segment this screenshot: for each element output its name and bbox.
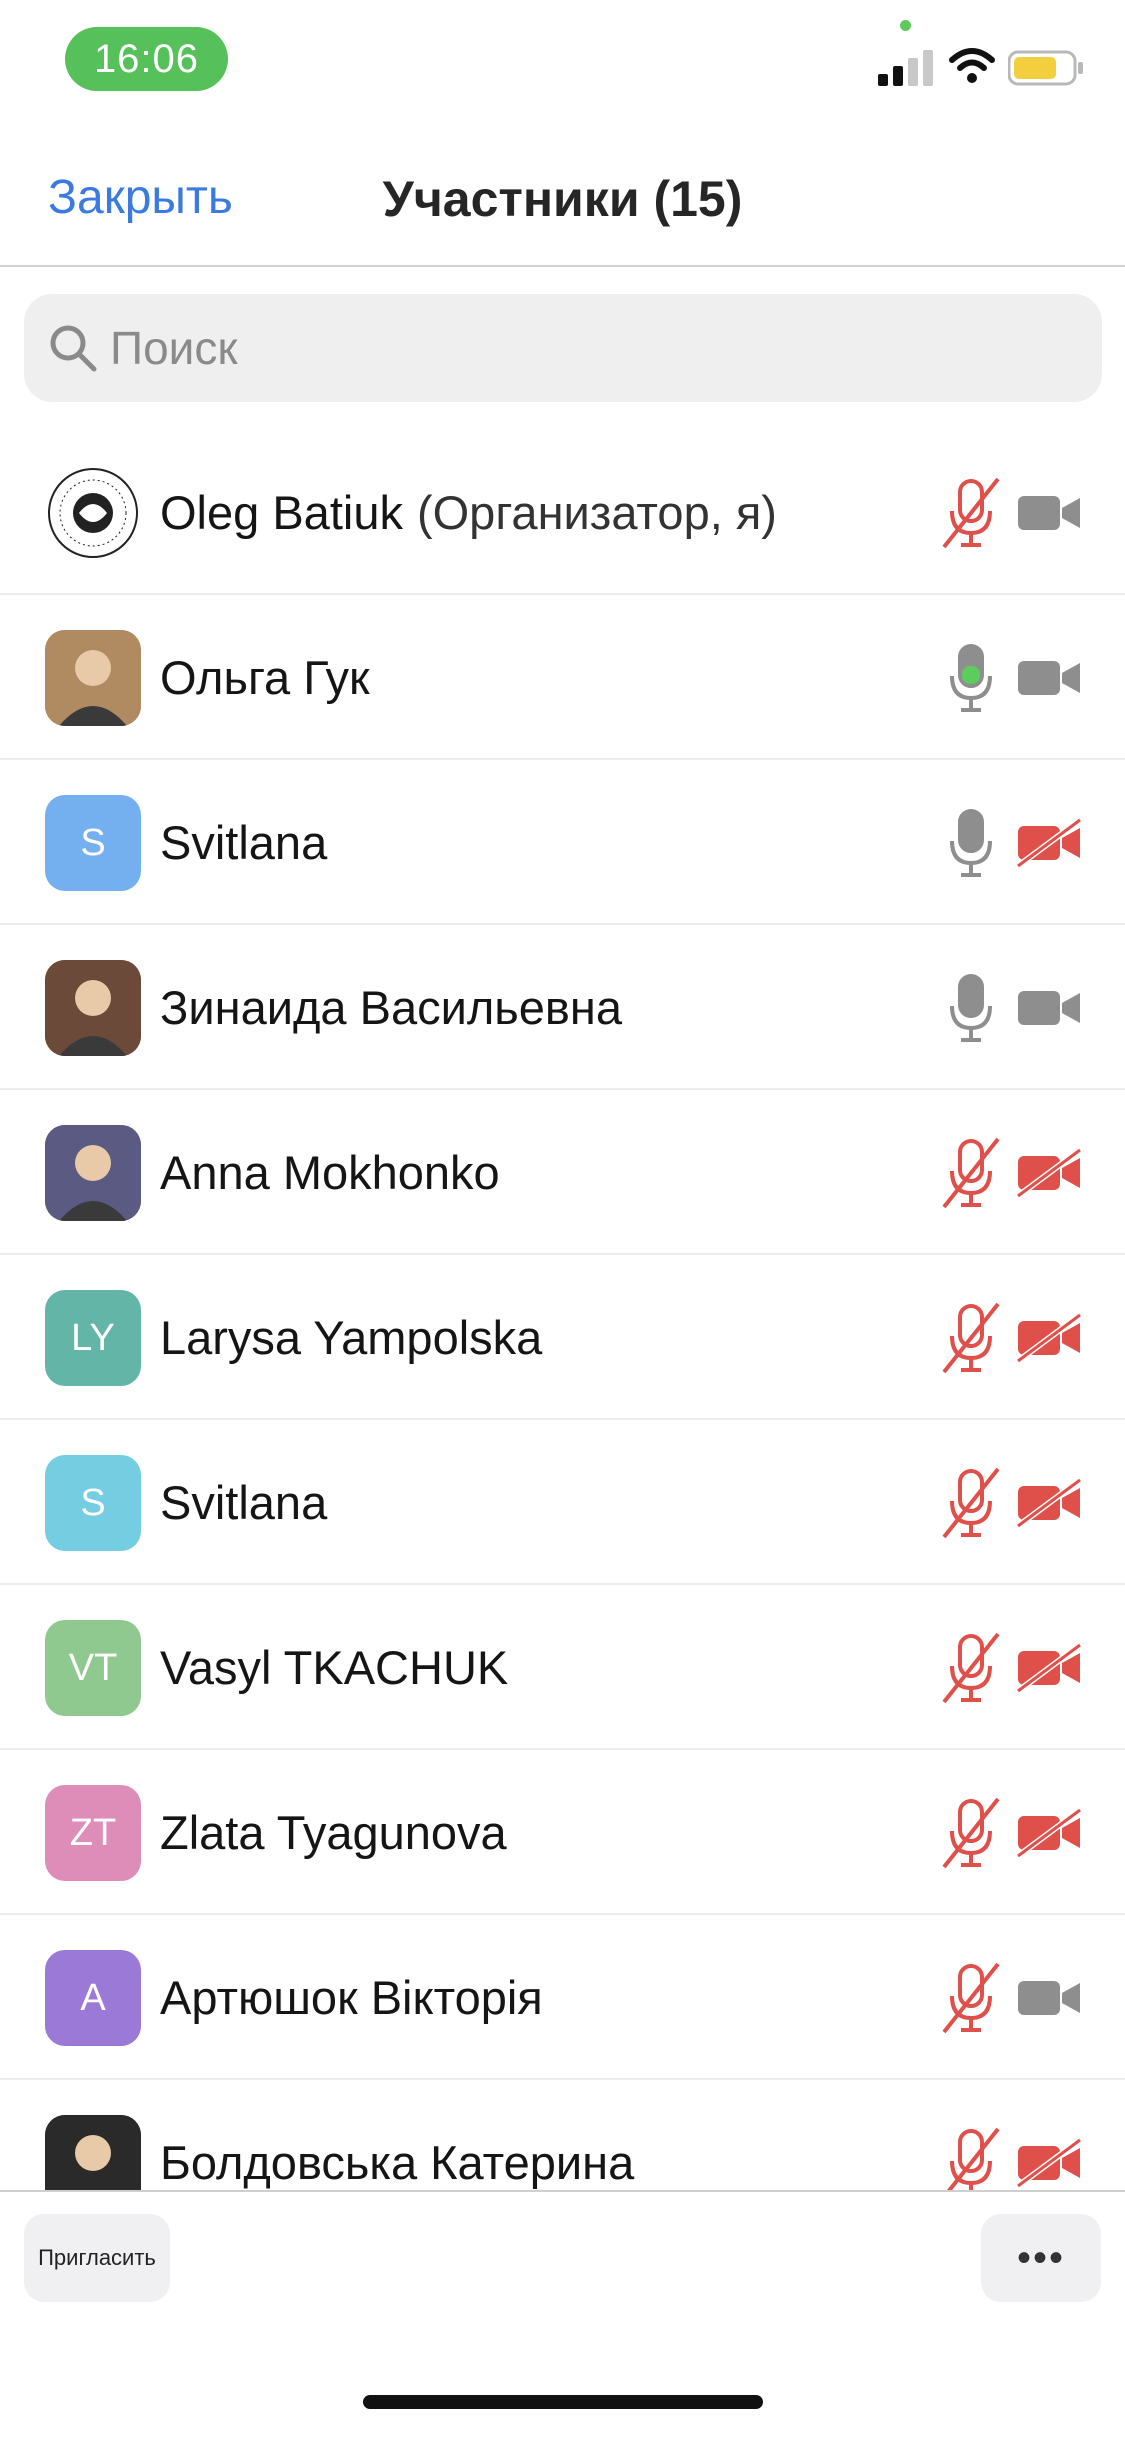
- participant-name: Zlata Tyagunova: [160, 1750, 507, 1915]
- microphone-icon[interactable]: [940, 640, 1002, 716]
- participant-role: (Организатор, я): [416, 486, 777, 539]
- avatar: ZT: [45, 1785, 141, 1881]
- avatar: S: [45, 1455, 141, 1551]
- participant-name: Svitlana: [160, 1420, 327, 1585]
- video-off-icon[interactable]: [1016, 817, 1082, 869]
- status-bar: 16:06: [0, 0, 1125, 120]
- participant-name: Anna Mokhonko: [160, 1090, 500, 1255]
- mic-muted-icon[interactable]: [940, 1135, 1002, 1211]
- mic-muted-icon[interactable]: [940, 1630, 1002, 1706]
- participant-name-text: Larysa Yampolska: [160, 1311, 543, 1364]
- participant-name-text: Артюшок Вікторія: [160, 1971, 543, 2024]
- avatar: [45, 960, 141, 1056]
- participant-name: Vasyl TKACHUK: [160, 1585, 508, 1750]
- participant-name-text: Болдовська Катерина: [160, 2136, 635, 2189]
- avatar: [45, 1125, 141, 1221]
- participant-row[interactable]: A Артюшок Вікторія: [0, 1915, 1125, 2080]
- camera-in-use-indicator: [900, 20, 911, 31]
- participant-name: Болдовська Катерина: [160, 2080, 634, 2190]
- search-icon: [50, 325, 97, 372]
- microphone-icon[interactable]: [940, 970, 1002, 1046]
- video-off-icon[interactable]: [1016, 1807, 1082, 1859]
- participant-name: Larysa Yampolska: [160, 1255, 542, 1420]
- more-options-button[interactable]: •••: [981, 2214, 1101, 2302]
- participant-name-text: Ольга Гук: [160, 651, 370, 704]
- participant-name-text: Oleg Batiuk: [160, 486, 403, 539]
- participant-row[interactable]: ZT Zlata Tyagunova: [0, 1750, 1125, 1915]
- avatar: [45, 2115, 141, 2190]
- search-input[interactable]: Поиск: [24, 294, 1102, 402]
- video-camera-icon[interactable]: [1016, 1973, 1082, 2023]
- battery-icon: [1008, 50, 1083, 86]
- status-time: 16:06: [65, 27, 228, 91]
- participant-name: Зинаида Васильевна: [160, 925, 622, 1090]
- participant-row[interactable]: Зинаида Васильевна: [0, 925, 1125, 1090]
- video-camera-icon[interactable]: [1016, 983, 1082, 1033]
- participant-row[interactable]: Болдовська Катерина: [0, 2080, 1125, 2190]
- participant-name-text: Зинаида Васильевна: [160, 981, 622, 1034]
- participant-name-text: Vasyl TKACHUK: [160, 1641, 509, 1694]
- video-off-icon[interactable]: [1016, 1477, 1082, 1529]
- avatar: S: [45, 795, 141, 891]
- video-off-icon[interactable]: [1016, 1312, 1082, 1364]
- participant-name-text: Zlata Tyagunova: [160, 1806, 507, 1859]
- participant-name-text: Anna Mokhonko: [160, 1146, 500, 1199]
- participant-name: Артюшок Вікторія: [160, 1915, 543, 2080]
- avatar: [45, 630, 141, 726]
- video-off-icon[interactable]: [1016, 1642, 1082, 1694]
- avatar: LY: [45, 1290, 141, 1386]
- participant-name: Ольга Гук: [160, 595, 370, 760]
- participant-row[interactable]: Oleg Batiuk (Организатор, я): [0, 430, 1125, 595]
- participant-name-text: Svitlana: [160, 816, 328, 869]
- participant-name: Oleg Batiuk (Организатор, я): [160, 430, 777, 595]
- invite-button[interactable]: Пригласить: [24, 2214, 170, 2302]
- mic-muted-icon[interactable]: [940, 1795, 1002, 1871]
- participant-row[interactable]: VT Vasyl TKACHUK: [0, 1585, 1125, 1750]
- mic-muted-icon[interactable]: [940, 475, 1002, 551]
- participant-row[interactable]: LY Larysa Yampolska: [0, 1255, 1125, 1420]
- participant-row[interactable]: S Svitlana: [0, 1420, 1125, 1585]
- avatar: VT: [45, 1620, 141, 1716]
- participants-list[interactable]: Oleg Batiuk (Организатор, я) Ольга Гук S Svi…: [0, 430, 1125, 2190]
- mic-muted-icon[interactable]: [940, 1960, 1002, 2036]
- video-off-icon[interactable]: [1016, 2137, 1082, 2189]
- participant-name: Svitlana: [160, 760, 327, 925]
- participant-row[interactable]: S Svitlana: [0, 760, 1125, 925]
- participant-name-text: Svitlana: [160, 1476, 328, 1529]
- mic-muted-icon[interactable]: [940, 1300, 1002, 1376]
- cellular-signal-icon: [878, 50, 933, 86]
- search-placeholder: Поиск: [110, 322, 238, 374]
- close-button[interactable]: Закрыть: [48, 170, 233, 225]
- microphone-icon[interactable]: [940, 805, 1002, 881]
- nav-header: Участники (15) Закрыть: [0, 120, 1125, 267]
- home-indicator: [363, 2395, 763, 2409]
- video-camera-icon[interactable]: [1016, 488, 1082, 538]
- mic-muted-icon[interactable]: [940, 2125, 1002, 2190]
- avatar: [45, 465, 141, 561]
- wifi-icon: [949, 48, 995, 83]
- video-off-icon[interactable]: [1016, 1147, 1082, 1199]
- avatar: A: [45, 1950, 141, 2046]
- participant-row[interactable]: Ольга Гук: [0, 595, 1125, 760]
- mic-muted-icon[interactable]: [940, 1465, 1002, 1541]
- participant-row[interactable]: Anna Mokhonko: [0, 1090, 1125, 1255]
- video-camera-icon[interactable]: [1016, 653, 1082, 703]
